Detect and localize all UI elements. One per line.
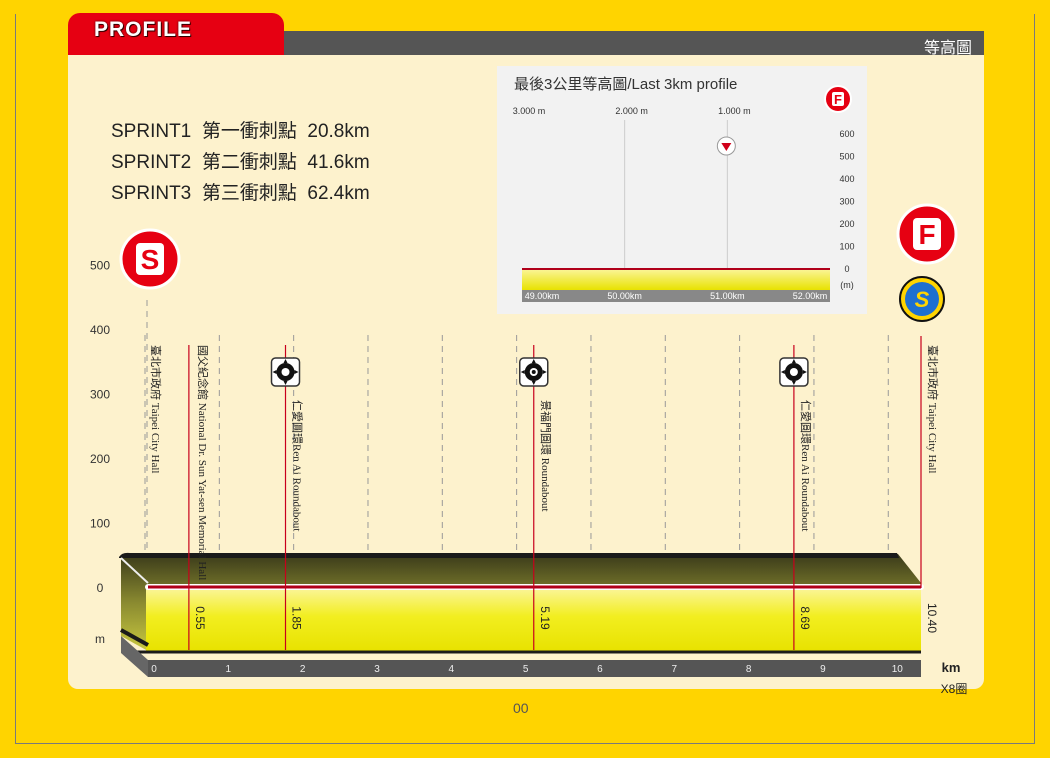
profile-top-edge — [119, 552, 899, 558]
waypoint-km-label: 8.69 — [798, 606, 812, 630]
inset-y-tick: 100 — [839, 242, 854, 252]
last-3km-chart: 最後3公里等高圖/Last 3km profile 3.000 m 2.000 m 1… — [513, 75, 855, 302]
waypoint-km-label: 1.85 — [290, 606, 304, 630]
x-tick-label: 9 — [820, 664, 826, 675]
inset-top-tick: 3.000 m — [513, 106, 546, 116]
waypoint-name: 國父紀念館 National Dr. Sun Yat-sen Memorial … — [196, 345, 210, 580]
page-number: 00 — [513, 700, 529, 716]
roundabout-icon — [270, 357, 301, 387]
waypoint-name: 仁愛圓環Ren Ai Roundabout — [799, 400, 812, 531]
waypoint-km-label: 0.55 — [193, 606, 207, 630]
x-tick-label: 6 — [597, 664, 603, 675]
inset-top-tick: 1.000 m — [718, 106, 751, 116]
roundabout-gate-icon — [519, 357, 549, 387]
waypoint-km-label: 10.40 — [925, 603, 939, 633]
inset-finish-letter: F — [834, 92, 842, 107]
inset-x-tick: 49.00km — [525, 291, 560, 301]
inset-y-tick: 500 — [839, 152, 854, 162]
y-axis-label: m — [95, 632, 105, 646]
x-tick-label: 0 — [151, 664, 157, 675]
y-tick-label: 100 — [90, 517, 110, 531]
start-s-icon: S — [119, 228, 181, 290]
inset-profile-area — [522, 269, 830, 290]
x-tick-label: 7 — [672, 664, 678, 675]
inset-title: 最後3公里等高圖/Last 3km profile — [514, 75, 737, 93]
finish-f-icon: F — [824, 85, 852, 113]
x-axis-note: X8圈 — [941, 682, 968, 696]
y-tick-label: 300 — [90, 388, 110, 402]
inset-y-tick: 300 — [839, 197, 854, 207]
y-tick-label: 200 — [90, 452, 110, 466]
icon-dot — [531, 370, 536, 374]
sprint-badge-letter: S — [915, 287, 930, 312]
inset-y-tick: 0 — [844, 264, 849, 274]
inset-top-tick: 2.000 m — [615, 106, 648, 116]
finish-f-icon: F — [896, 203, 958, 265]
axis-bar — [148, 660, 921, 677]
waypoint-name: 臺北市政府 Taipei City Hall — [926, 345, 940, 473]
y-tick-label: 400 — [90, 323, 110, 337]
waypoint-name: 仁愛圓環Ren Ai Roundabout — [291, 400, 304, 531]
x-tick-label: 5 — [523, 664, 529, 675]
x-tick-label: 8 — [746, 664, 752, 675]
x-tick-label: 10 — [892, 664, 904, 675]
sprint-s-icon: S — [899, 276, 945, 322]
x-axis-label: km — [942, 660, 961, 675]
waypoint-name: 景福門圓環 Roundabout — [539, 400, 553, 512]
x-tick-label: 2 — [300, 664, 306, 675]
inset-y-label: (m) — [840, 280, 854, 290]
finish-badge-letter: F — [918, 219, 935, 250]
start-badge-letter: S — [141, 244, 160, 275]
inset-y-tick: 600 — [839, 129, 854, 139]
waypoint-km-label: 5.19 — [538, 606, 552, 630]
roundabout-icon — [779, 357, 809, 387]
inset-x-tick: 50.00km — [607, 291, 642, 301]
icon-center — [789, 368, 798, 376]
y-tick-label: 500 — [90, 259, 110, 273]
x-tick-label: 4 — [449, 664, 455, 675]
x-tick-label: 1 — [226, 664, 232, 675]
inset-x-tick: 51.00km — [710, 291, 745, 301]
inset-axis-bar — [522, 290, 830, 302]
flamme-rouge-icon — [716, 136, 736, 156]
icon-center — [281, 368, 290, 376]
x-tick-label: 3 — [374, 664, 380, 675]
inset-y-tick: 200 — [839, 219, 854, 229]
last-3km-inset: 最後3公里等高圖/Last 3km profile 3.000 m 2.000 m 1… — [497, 66, 867, 314]
y-tick-label: 0 — [97, 581, 104, 595]
inset-y-tick: 400 — [839, 174, 854, 184]
inset-x-tick: 52.00km — [793, 291, 828, 301]
waypoint-name: 臺北市政府 Taipei City Hall — [149, 345, 163, 473]
